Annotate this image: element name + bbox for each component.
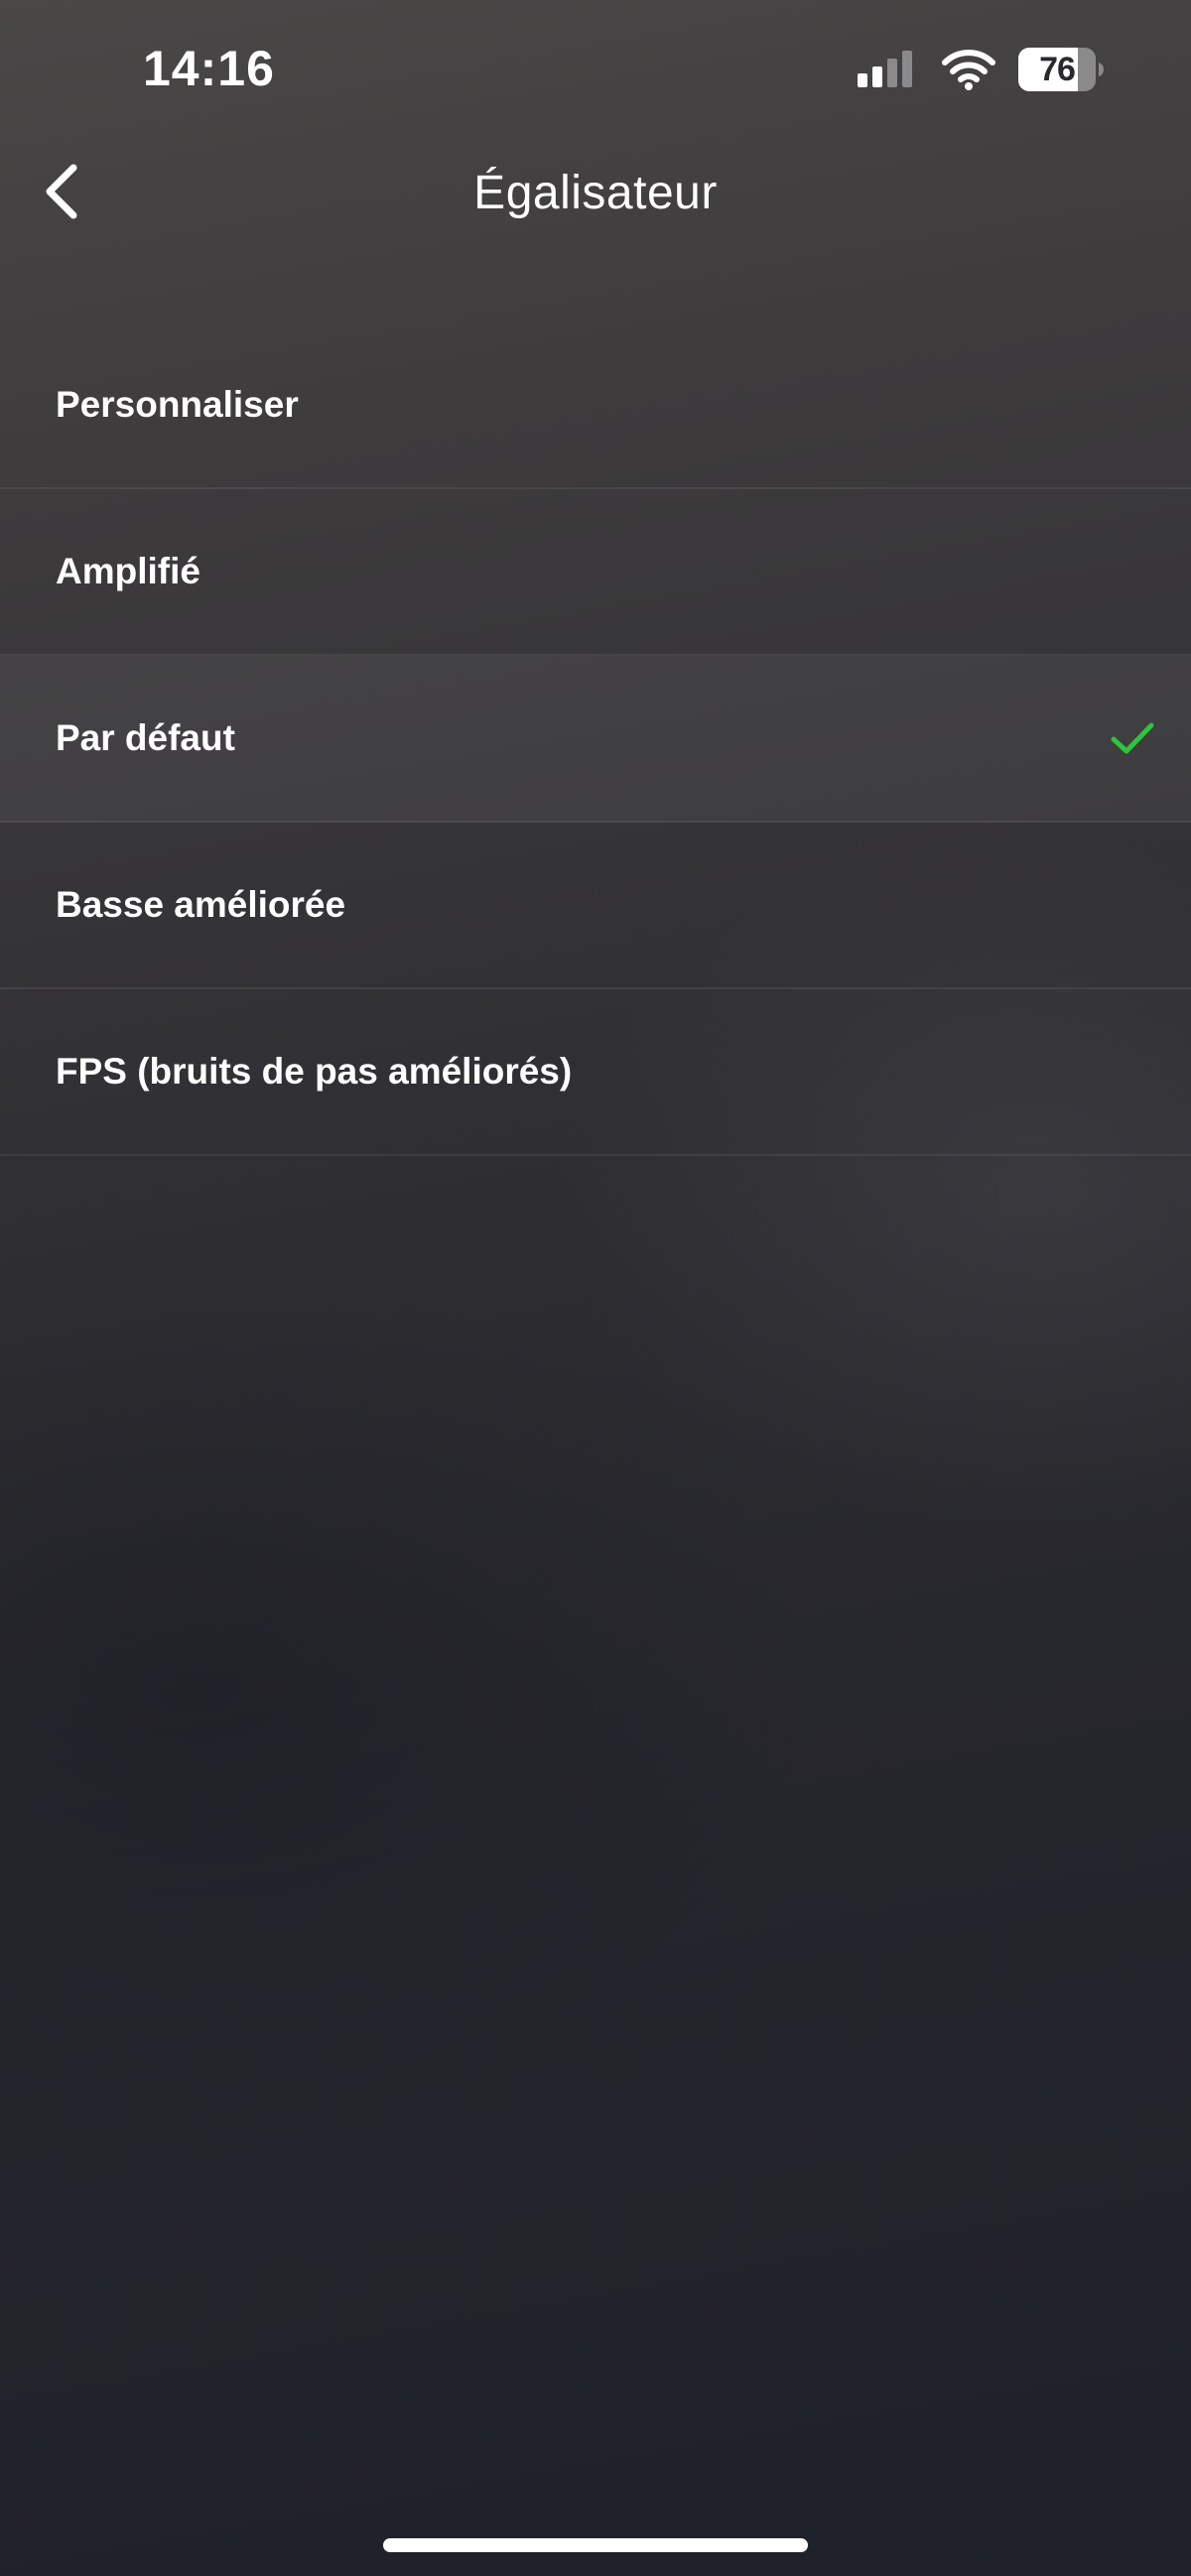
home-indicator[interactable] — [383, 2538, 808, 2552]
chevron-left-icon — [42, 162, 81, 226]
option-label: FPS (bruits de pas améliorés) — [56, 1051, 573, 1092]
back-button[interactable] — [22, 154, 101, 233]
status-icons: 76 — [856, 46, 1104, 93]
signal-icon — [856, 50, 919, 89]
option-label: Par défaut — [56, 717, 235, 758]
nav-bar: Égalisateur — [0, 139, 1191, 248]
page-title: Égalisateur — [473, 167, 718, 219]
battery-icon: 76 — [1018, 48, 1104, 91]
status-time: 14:16 — [143, 41, 275, 96]
equalizer-options-list: Personnaliser Amplifié Par défaut Basse … — [0, 322, 1191, 1156]
option-label: Amplifié — [56, 551, 200, 591]
option-amplifie[interactable]: Amplifié — [0, 489, 1191, 656]
checkmark-icon — [1108, 713, 1157, 763]
option-label: Personnaliser — [56, 384, 299, 425]
option-fps[interactable]: FPS (bruits de pas améliorés) — [0, 989, 1191, 1156]
wifi-icon — [941, 49, 996, 90]
option-basse-amelioree[interactable]: Basse améliorée — [0, 823, 1191, 989]
option-label: Basse améliorée — [56, 884, 346, 925]
battery-level: 76 — [1039, 50, 1076, 88]
option-personnaliser[interactable]: Personnaliser — [0, 322, 1191, 489]
status-bar: 14:16 76 — [0, 0, 1191, 139]
option-par-defaut[interactable]: Par défaut — [0, 656, 1191, 823]
